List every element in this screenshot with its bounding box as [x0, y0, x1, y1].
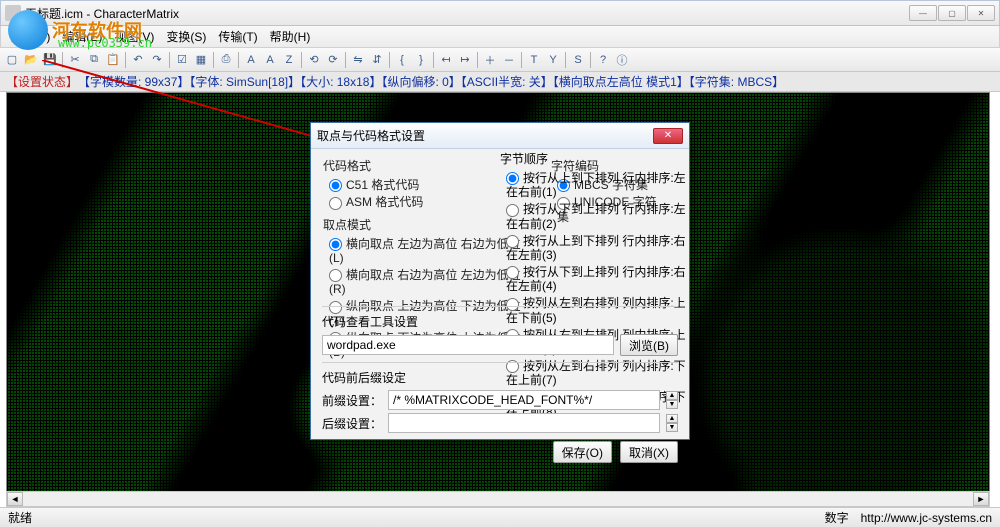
menu-item[interactable]: 帮助(H) — [264, 26, 317, 47]
viewer-path-input[interactable] — [322, 335, 614, 355]
zoom-in-icon[interactable]: ＋ — [481, 51, 499, 69]
code-format-radio[interactable] — [329, 197, 342, 210]
dialog-titlebar[interactable]: 取点与代码格式设置 ✕ — [311, 123, 689, 149]
rotate-left-icon[interactable]: ⟲ — [305, 51, 323, 69]
new-icon[interactable]: ▢ — [3, 51, 21, 69]
dialog-title: 取点与代码格式设置 — [317, 127, 653, 144]
flip-v-icon[interactable]: ⇵ — [368, 51, 386, 69]
app-icon — [5, 5, 21, 21]
group-viewer: 代码查看工具设置 浏览(B) — [322, 313, 678, 356]
byte-order-radio[interactable] — [506, 172, 519, 185]
status-details: 【字模数量: 99x37】【字体: SimSun[18]】【大小: 18x18】… — [78, 73, 784, 90]
bracket-right-icon[interactable]: ↦ — [456, 51, 474, 69]
text-icon[interactable]: T — [525, 51, 543, 69]
status-label: 【设置状态】 — [6, 73, 78, 90]
Z-icon[interactable]: Z — [280, 51, 298, 69]
browse-button[interactable]: 浏览(B) — [620, 334, 678, 356]
suffix-spinner[interactable]: ▲▼ — [666, 414, 678, 432]
byte-order-radio[interactable] — [506, 204, 519, 217]
Y-icon[interactable]: Y — [544, 51, 562, 69]
status-info-bar: 【设置状态】 【字模数量: 99x37】【字体: SimSun[18]】【大小:… — [0, 72, 1000, 92]
status-ready: 就绪 — [8, 509, 32, 526]
bracket-left-icon[interactable]: ↤ — [437, 51, 455, 69]
paste-icon[interactable]: 📋 — [104, 51, 122, 69]
byte-order-option[interactable]: 按行从上到下排列 行内排序:左在右前(1) — [506, 171, 686, 199]
S-bold-icon[interactable]: S — [569, 51, 587, 69]
prefix-input[interactable] — [388, 390, 660, 410]
print-icon[interactable]: ⎙ — [217, 51, 235, 69]
cancel-button[interactable]: 取消(X) — [620, 441, 678, 463]
byte-order-option[interactable]: 按行从下到上排列 行内排序:左在右前(2) — [506, 202, 686, 230]
check-icon[interactable]: ☑ — [173, 51, 191, 69]
byte-order-radio[interactable] — [506, 266, 519, 279]
menu-item[interactable]: 传输(T) — [212, 26, 263, 47]
prefix-label: 前缀设置： — [322, 392, 382, 409]
byte-order-radio[interactable] — [506, 235, 519, 248]
save-button[interactable]: 保存(O) — [553, 441, 612, 463]
loop-right-icon[interactable]: } — [412, 51, 430, 69]
window-close[interactable]: ✕ — [967, 5, 995, 21]
point-mode-radio[interactable] — [329, 269, 342, 282]
scroll-right-button[interactable]: ► — [973, 492, 989, 506]
redo-icon[interactable]: ↷ — [148, 51, 166, 69]
A-icon[interactable]: A — [242, 51, 260, 69]
copy-icon[interactable]: ⧉ — [85, 51, 103, 69]
menu-item[interactable]: 视图(V) — [108, 26, 160, 47]
dialog-close-button[interactable]: ✕ — [653, 128, 683, 144]
suffix-label: 后缀设置： — [322, 415, 382, 432]
prefix-spinner[interactable]: ▲▼ — [666, 391, 678, 409]
grid-icon[interactable]: ▦ — [192, 51, 210, 69]
window-minimize[interactable]: — — [909, 5, 937, 21]
undo-icon[interactable]: ↶ — [129, 51, 147, 69]
byte-order-option[interactable]: 按行从下到上排列 行内排序:右在左前(4) — [506, 265, 686, 293]
group-affix: 代码前后缀设定 前缀设置： ▲▼ 后缀设置： ▲▼ — [322, 369, 678, 433]
loop-left-icon[interactable]: { — [393, 51, 411, 69]
window-title: 无标题.icm - CharacterMatrix — [25, 5, 909, 22]
window-maximize[interactable]: ▢ — [938, 5, 966, 21]
canvas-scrollbar-horizontal[interactable]: ◄ ► — [6, 491, 990, 507]
window-titlebar: 无标题.icm - CharacterMatrix — ▢ ✕ — [0, 0, 1000, 26]
menu-item[interactable]: 编辑(E) — [56, 26, 108, 47]
point-mode-radio[interactable] — [329, 238, 342, 251]
menu-item[interactable]: 文件(F) — [5, 26, 56, 47]
A-icon[interactable]: A — [261, 51, 279, 69]
zoom-out-icon[interactable]: － — [500, 51, 518, 69]
rotate-right-icon[interactable]: ⟳ — [324, 51, 342, 69]
status-bar: 就绪 数字 http://www.jc-systems.cn — [0, 507, 1000, 527]
code-format-radio[interactable] — [329, 179, 342, 192]
save-icon[interactable]: 💾 — [41, 51, 59, 69]
status-numlock: 数字 — [825, 509, 849, 526]
flip-h-icon[interactable]: ⇋ — [349, 51, 367, 69]
dialog-lower: 代码查看工具设置 浏览(B) 代码前后缀设定 前缀设置： ▲▼ 后缀设置： ▲▼… — [322, 300, 678, 463]
menu-bar: 文件(F)编辑(E)视图(V)变换(S)传输(T)帮助(H) — [0, 26, 1000, 48]
menu-item[interactable]: 变换(S) — [160, 26, 212, 47]
status-url: http://www.jc-systems.cn — [861, 511, 992, 525]
suffix-input[interactable] — [388, 413, 660, 433]
toolbar: ▢📂💾✂⧉📋↶↷☑▦⎙AAZ⟲⟳⇋⇵{}↤↦＋－TYS?ⓘ — [0, 48, 1000, 72]
info-icon[interactable]: ⓘ — [613, 51, 631, 69]
byte-order-option[interactable]: 按行从上到下排列 行内排序:右在左前(3) — [506, 234, 686, 262]
scroll-left-button[interactable]: ◄ — [7, 492, 23, 506]
help-icon[interactable]: ? — [594, 51, 612, 69]
cut-icon[interactable]: ✂ — [66, 51, 84, 69]
open-icon[interactable]: 📂 — [22, 51, 40, 69]
